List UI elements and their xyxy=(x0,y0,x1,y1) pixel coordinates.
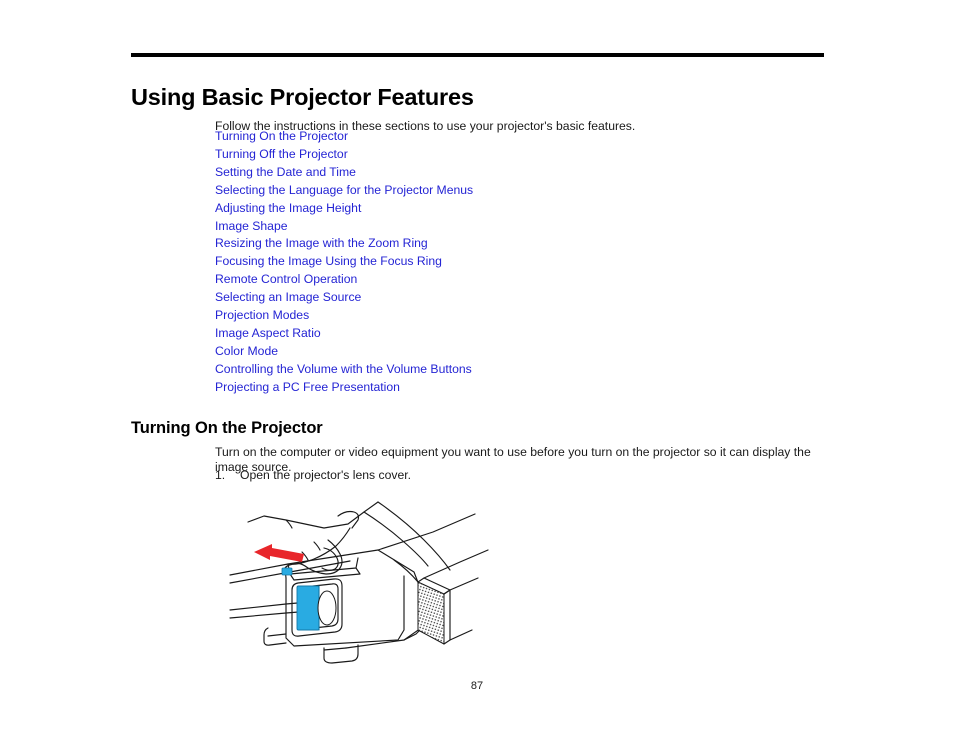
section-heading: Turning On the Projector xyxy=(131,418,323,437)
link-setting-the-date-and-time[interactable]: Setting the Date and Time xyxy=(215,164,835,182)
title-rule xyxy=(131,53,824,57)
link-image-shape[interactable]: Image Shape xyxy=(215,218,835,236)
document-page: Using Basic Projector Features Follow th… xyxy=(0,0,954,738)
direction-arrow xyxy=(254,544,304,562)
link-selecting-the-language[interactable]: Selecting the Language for the Projector… xyxy=(215,182,835,200)
link-adjusting-the-image-height[interactable]: Adjusting the Image Height xyxy=(215,200,835,218)
step-number: 1. xyxy=(215,468,226,482)
link-image-aspect-ratio[interactable]: Image Aspect Ratio xyxy=(215,325,835,343)
step-text: Open the projector's lens cover. xyxy=(240,468,412,482)
link-projecting-a-pc-free-presentation[interactable]: Projecting a PC Free Presentation xyxy=(215,379,835,397)
page-number: 87 xyxy=(470,680,484,692)
link-turning-off-the-projector[interactable]: Turning Off the Projector xyxy=(215,146,835,164)
link-remote-control-operation[interactable]: Remote Control Operation xyxy=(215,271,835,289)
projector-lens-cover-illustration xyxy=(228,498,490,670)
link-controlling-the-volume[interactable]: Controlling the Volume with the Volume B… xyxy=(215,361,835,379)
page-title: Using Basic Projector Features xyxy=(131,83,474,110)
link-color-mode[interactable]: Color Mode xyxy=(215,343,835,361)
step-item: 1. Open the projector's lens cover. xyxy=(215,468,821,483)
link-focusing-the-image-focus-ring[interactable]: Focusing the Image Using the Focus Ring xyxy=(215,253,835,271)
link-turning-on-the-projector[interactable]: Turning On the Projector xyxy=(215,128,835,146)
link-selecting-an-image-source[interactable]: Selecting an Image Source xyxy=(215,289,835,307)
link-resizing-the-image-zoom-ring[interactable]: Resizing the Image with the Zoom Ring xyxy=(215,235,835,253)
section-link-list: Turning On the Projector Turning Off the… xyxy=(215,128,835,397)
link-projection-modes[interactable]: Projection Modes xyxy=(215,307,835,325)
